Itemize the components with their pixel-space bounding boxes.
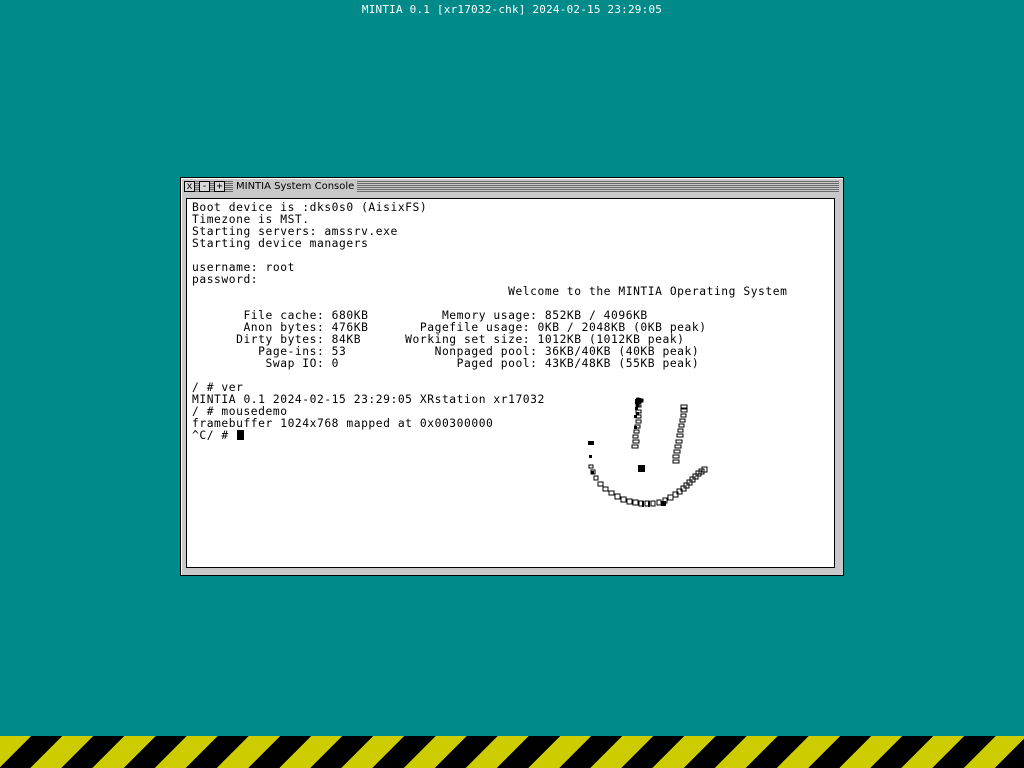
system-console-window[interactable]: x - + MINTIA System Console Boot device … [180,177,844,576]
console-output-area[interactable]: Boot device is :dks0s0 (AisixFS) Timezon… [186,198,835,568]
top-status-bar: MINTIA 0.1 [xr17032-chk] 2024-02-15 23:2… [361,3,663,16]
console-line: Swap IO: 0 Paged pool: 43KB/48KB (55KB p… [192,357,700,370]
console-line: framebuffer 1024x768 mapped at 0x0030000… [192,417,494,430]
minimize-button[interactable]: - [199,181,210,192]
console-prompt: ^C/ # [192,429,237,442]
console-line: Starting device managers [192,237,369,250]
maximize-button[interactable]: + [214,181,225,192]
hazard-stripe-bar [0,736,1024,768]
text-cursor [237,430,245,440]
console-text: Boot device is :dks0s0 (AisixFS) Timezon… [192,202,787,442]
window-titlebar[interactable]: x - + MINTIA System Console [184,181,839,193]
close-button[interactable]: x [184,181,195,192]
console-line: Welcome to the MINTIA Operating System [192,285,788,298]
window-title: MINTIA System Console [233,181,358,193]
